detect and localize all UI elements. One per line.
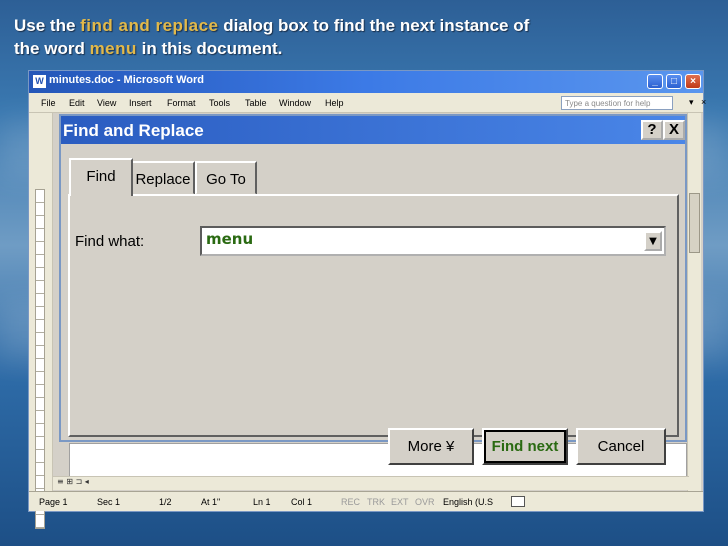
word-window: W minutes.doc - Microsoft Word _ □ × Fil… xyxy=(28,70,706,529)
find-next-button[interactable]: Find next xyxy=(482,428,568,465)
status-trk[interactable]: TRK xyxy=(367,497,385,507)
dialog-close-icon[interactable]: X xyxy=(663,120,685,140)
status-page: Page 1 xyxy=(39,497,68,507)
menu-bar: File Edit View Insert Format Tools Table… xyxy=(29,93,706,113)
caption-text: in this document. xyxy=(136,39,283,58)
find-what-value: menu xyxy=(206,230,254,248)
status-language: English (U.S xyxy=(443,497,494,507)
find-replace-dialog: Find and Replace ? X Find Replace Go To … xyxy=(59,114,687,465)
dialog-title: Find and Replace xyxy=(63,121,204,140)
more-button[interactable]: More ¥ xyxy=(388,428,474,465)
menu-file[interactable]: File xyxy=(41,98,56,108)
doc-close-icon[interactable]: × xyxy=(701,97,706,107)
vertical-scrollbar[interactable] xyxy=(687,113,701,493)
word-app-icon: W xyxy=(33,75,46,88)
tab-replace[interactable]: Replace xyxy=(131,161,195,195)
status-ovr[interactable]: OVR xyxy=(415,497,435,507)
close-icon[interactable]: × xyxy=(685,74,701,89)
menu-edit[interactable]: Edit xyxy=(69,98,85,108)
window-titlebar[interactable]: W minutes.doc - Microsoft Word _ □ × xyxy=(29,71,703,93)
caption-text: the word xyxy=(14,39,90,58)
slide-caption: Use the find and replace dialog box to f… xyxy=(14,14,714,60)
left-toolbar xyxy=(29,113,53,529)
status-ext[interactable]: EXT xyxy=(391,497,409,507)
status-pages: 1/2 xyxy=(159,497,172,507)
caption-highlight: menu xyxy=(89,39,137,58)
tab-find[interactable]: Find xyxy=(69,158,133,196)
help-icon[interactable]: ? xyxy=(641,120,663,140)
cancel-button[interactable]: Cancel xyxy=(576,428,666,465)
status-line: Ln 1 xyxy=(253,497,271,507)
caption-text: dialog box to find the next instance of xyxy=(218,16,530,35)
maximize-icon[interactable]: □ xyxy=(666,74,682,89)
find-dropdown-icon[interactable]: ▼ xyxy=(644,231,662,251)
status-section: Sec 1 xyxy=(97,497,121,507)
minimize-icon[interactable]: _ xyxy=(647,74,663,89)
menu-view[interactable]: View xyxy=(97,98,116,108)
tab-goto[interactable]: Go To xyxy=(195,161,257,195)
find-tab-panel: Find what: menu ▼ More ¥ Find next Cance… xyxy=(68,194,679,465)
find-what-label: Find what: xyxy=(75,233,145,250)
caption-text: Use the xyxy=(14,16,81,35)
menu-table[interactable]: Table xyxy=(245,98,267,108)
menu-help[interactable]: Help xyxy=(325,98,344,108)
spelling-status-icon[interactable] xyxy=(511,496,525,507)
status-col: Col 1 xyxy=(291,497,313,507)
menu-tools[interactable]: Tools xyxy=(209,98,230,108)
window-title: minutes.doc - Microsoft Word xyxy=(49,74,205,86)
menu-insert[interactable]: Insert xyxy=(129,98,152,108)
menu-format[interactable]: Format xyxy=(167,98,196,108)
status-bar: Page 1 Sec 1 1/2 At 1" Ln 1 Col 1 REC TR… xyxy=(29,491,703,511)
menu-window[interactable]: Window xyxy=(279,98,311,108)
dialog-titlebar[interactable]: Find and Replace ? X xyxy=(61,116,685,144)
horizontal-scrollbar[interactable]: ≡ ⊞ ⊐ ◂ xyxy=(53,476,689,490)
help-search-input[interactable]: Type a question for help xyxy=(561,96,673,110)
status-at: At 1" xyxy=(201,497,221,507)
scroll-thumb[interactable] xyxy=(689,193,700,253)
status-rec[interactable]: REC xyxy=(341,497,360,507)
caption-highlight: find and replace xyxy=(80,16,219,35)
help-dropdown-icon[interactable]: ▾ xyxy=(689,97,694,108)
vertical-ruler xyxy=(35,189,45,529)
find-what-input[interactable]: menu ▼ xyxy=(200,226,666,256)
